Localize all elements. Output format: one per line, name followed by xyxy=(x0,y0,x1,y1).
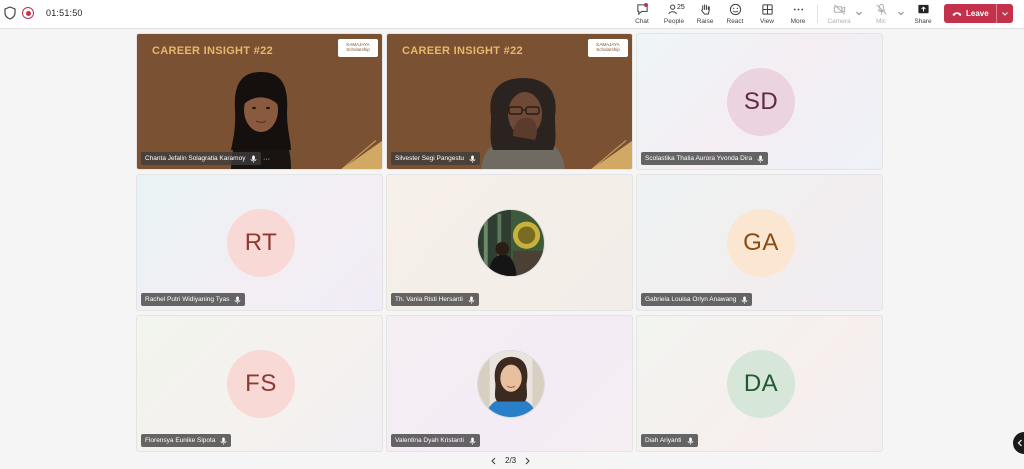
chevron-right-icon[interactable] xyxy=(524,457,531,465)
shield-icon[interactable] xyxy=(4,6,16,20)
people-count: 25 xyxy=(677,4,685,11)
avatar: DA xyxy=(727,350,795,418)
camera-options-chevron-icon[interactable] xyxy=(855,9,863,17)
meeting-timer: 01:51:50 xyxy=(46,8,83,18)
view-button[interactable]: View xyxy=(750,3,784,27)
mic-muted-icon xyxy=(687,437,693,445)
participant-tile[interactable]: RT Rachel Putri Widiyaning Tyas xyxy=(136,174,383,311)
share-screen-icon xyxy=(917,4,929,14)
mic-muted-icon xyxy=(469,155,476,163)
side-panel-toggle-button[interactable] xyxy=(1013,432,1024,454)
camera-off-icon xyxy=(833,4,845,15)
participant-tile[interactable]: GA Gabriela Louisa Orlyn Anawang xyxy=(636,174,883,311)
phone-hangup-icon xyxy=(952,11,962,16)
mic-muted-icon xyxy=(468,296,475,304)
participant-tile[interactable]: CAREER INSIGHT #22 KAMAJAYA Scholarship … xyxy=(136,33,383,170)
gallery-pager: 2/3 xyxy=(490,456,531,465)
mic-muted-icon xyxy=(221,437,227,445)
chevron-left-icon[interactable] xyxy=(490,457,497,465)
leave-main[interactable]: Leave xyxy=(944,4,996,23)
grid-view-icon xyxy=(761,4,773,15)
more-button[interactable]: More xyxy=(781,3,815,27)
mic-muted-icon xyxy=(742,296,748,304)
participant-name-tag: Silvester Segi Pangestu xyxy=(391,152,481,165)
chevron-down-icon xyxy=(1002,11,1008,16)
share-button[interactable]: Share xyxy=(906,3,940,27)
participant-tile[interactable]: Valentina Dyah Kristanti xyxy=(386,315,633,452)
leave-button[interactable]: Leave xyxy=(944,4,1013,23)
meeting-toolbar: 01:51:50 Chat 25 People Raise React View… xyxy=(0,0,1024,29)
avatar: GA xyxy=(727,209,795,277)
smile-icon xyxy=(729,3,741,16)
react-button[interactable]: React xyxy=(718,3,752,27)
chat-button[interactable]: Chat xyxy=(625,3,659,27)
decor-triangle xyxy=(592,141,632,169)
more-icon xyxy=(793,8,803,11)
participant-tile[interactable]: DA Diah Ariyanti xyxy=(636,315,883,452)
mic-muted-icon xyxy=(235,296,241,304)
participant-name-tag: Diah Ariyanti xyxy=(641,434,698,447)
raise-hand-button[interactable]: Raise xyxy=(688,3,722,27)
toolbar-divider xyxy=(817,5,818,23)
page-indicator: 2/3 xyxy=(505,456,517,465)
more-options-icon[interactable]: ··· xyxy=(263,156,270,163)
participant-name-tag: Gabriela Louisa Orlyn Anawang xyxy=(641,293,753,306)
avatar: FS xyxy=(227,350,295,418)
participant-name-tag: Rachel Putri Widiyaning Tyas xyxy=(141,293,246,306)
mic-off-icon xyxy=(875,3,887,15)
participant-name-tag: Valentina Dyah Kristanti xyxy=(391,434,480,447)
avatar: RT xyxy=(227,209,295,277)
participant-tile[interactable]: Th. Vania Risti Hersanti xyxy=(386,174,633,311)
unread-dot xyxy=(644,3,648,7)
people-button[interactable]: 25 People xyxy=(657,3,691,27)
participant-tile[interactable]: CAREER INSIGHT #22 KAMAJAYA Scholarship … xyxy=(386,33,633,170)
decor-triangle xyxy=(342,141,382,169)
scholarship-logo: KAMAJAYA Scholarship xyxy=(338,39,378,57)
participant-name-tag: Th. Vania Risti Hersanti xyxy=(391,293,479,306)
mic-muted-icon xyxy=(757,155,764,163)
scholarship-logo: KAMAJAYA Scholarship xyxy=(588,39,628,57)
participant-video xyxy=(481,78,565,169)
banner-title: CAREER INSIGHT #22 xyxy=(152,45,273,57)
hand-icon xyxy=(700,4,710,15)
profile-photo xyxy=(477,350,545,418)
mic-button[interactable]: Mic xyxy=(864,3,898,27)
camera-button[interactable]: Camera xyxy=(822,3,856,27)
participant-name-tag: Scolastika Thalia Aurora Yvonda Dira xyxy=(641,152,769,165)
chevron-left-icon xyxy=(1017,439,1022,447)
participant-tile[interactable]: SD Scolastika Thalia Aurora Yvonda Dira xyxy=(636,33,883,170)
participant-name-tag: Chanta Jefalin Solagratia Karamoy xyxy=(141,152,262,165)
banner-title: CAREER INSIGHT #22 xyxy=(402,45,523,57)
mic-muted-icon xyxy=(251,155,257,163)
meeting-status: 01:51:50 xyxy=(4,6,83,20)
mic-options-chevron-icon[interactable] xyxy=(897,9,905,17)
participant-name-tag: Florensya Eunike Sipota xyxy=(141,434,232,447)
mic-muted-icon xyxy=(469,437,476,445)
recording-icon xyxy=(22,7,34,19)
leave-options-button[interactable] xyxy=(997,4,1013,23)
participant-tile[interactable]: FS Florensya Eunike Sipota xyxy=(136,315,383,452)
avatar: SD xyxy=(727,68,795,136)
profile-photo xyxy=(477,209,545,277)
